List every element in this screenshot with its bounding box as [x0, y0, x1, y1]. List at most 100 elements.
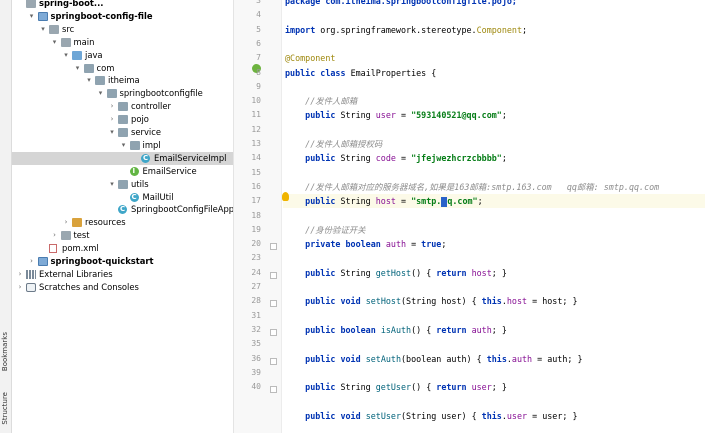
tree-item[interactable]: › pojo: [12, 113, 233, 126]
chevron-down-icon[interactable]: ▾: [85, 74, 93, 87]
code-line[interactable]: import org.springframework.stereotype.Co…: [283, 23, 705, 37]
chevron-down-icon[interactable]: ▾: [108, 178, 116, 191]
tree-item[interactable]: EmailService: [12, 165, 233, 178]
tree-item[interactable]: ▾ utils: [12, 178, 233, 191]
tree-item-label: itheima: [108, 75, 140, 86]
tree-item[interactable]: ▾ java: [12, 49, 233, 62]
line-number: 32: [251, 324, 261, 334]
chevron-down-icon[interactable]: ▾: [97, 87, 105, 100]
line-number: 11: [251, 110, 261, 120]
code-line[interactable]: public String host = "smtp. q.com";: [283, 194, 705, 209]
code-token: public: [305, 110, 341, 121]
code-line[interactable]: [283, 251, 705, 265]
code-line[interactable]: package com.itheima.springbootconfigfile…: [283, 0, 705, 8]
chevron-right-icon[interactable]: ›: [108, 113, 116, 126]
tree-item[interactable]: › resources: [12, 216, 233, 229]
tree-item[interactable]: › springboot-quickstart: [12, 255, 233, 268]
chevron-right-icon[interactable]: ›: [16, 268, 24, 281]
fold-marker-icon[interactable]: [270, 386, 277, 394]
code-token: = user; }: [527, 410, 578, 421]
tree-item[interactable]: SpringbootConfigFileAppli: [12, 203, 233, 216]
code-token: org.springframework.stereotype.: [320, 24, 477, 35]
code-line[interactable]: [283, 280, 705, 294]
code-line[interactable]: public boolean isAuth() { return auth; }: [283, 323, 705, 337]
code-line[interactable]: [283, 37, 705, 51]
code-line[interactable]: public void setAuth(boolean auth) { this…: [283, 352, 705, 366]
code-token: public: [305, 196, 341, 207]
tree-item-label: Scratches and Consoles: [39, 281, 139, 292]
code-line[interactable]: public String user = "593140521@qq.com";: [283, 108, 705, 122]
tree-item[interactable]: ▾ main: [12, 36, 233, 49]
code-line[interactable]: public String getHost() { return host; }: [283, 266, 705, 280]
project-tree: spring-boot... ▾ springboot-config-file ▾ sr…: [12, 0, 234, 433]
code-line[interactable]: [283, 123, 705, 137]
code-line[interactable]: public String getUser() { return user; }: [283, 380, 705, 394]
tree-item[interactable]: spring-boot...: [12, 0, 233, 10]
code-line[interactable]: [283, 366, 705, 380]
fold-marker-icon[interactable]: [270, 271, 277, 279]
code-line[interactable]: //发件人邮箱: [283, 94, 705, 108]
tree-item[interactable]: › Scratches and Consoles: [12, 281, 233, 294]
tree-item-label: resources: [85, 217, 126, 228]
lightbulb-icon[interactable]: [282, 192, 289, 201]
structure-tab[interactable]: Structure: [1, 392, 9, 425]
code-line[interactable]: //发件人邮箱授权码: [283, 137, 705, 151]
bookmarks-tab[interactable]: Bookmarks: [1, 332, 9, 371]
code-line[interactable]: public class EmailProperties {: [283, 66, 705, 80]
tree-item[interactable]: › controller: [12, 100, 233, 113]
code-line[interactable]: [283, 209, 705, 223]
maven-file-icon: [49, 244, 57, 254]
code-line[interactable]: //身份验证开关: [283, 223, 705, 237]
folder-icon: [49, 24, 59, 34]
code-editor[interactable]: package com.itheima.springbootconfigfile…: [283, 0, 705, 433]
tree-item[interactable]: pom.xml: [12, 242, 233, 255]
code-token: String: [340, 382, 376, 393]
tree-item[interactable]: ▾ service: [12, 126, 233, 139]
code-line[interactable]: [283, 309, 705, 323]
fold-marker-icon[interactable]: [270, 328, 277, 336]
chevron-down-icon[interactable]: ▾: [51, 36, 59, 49]
tree-item[interactable]: EmailServiceImpl: [12, 151, 233, 165]
chevron-right-icon[interactable]: ›: [28, 255, 36, 268]
code-token: this: [481, 296, 502, 307]
chevron-down-icon[interactable]: ▾: [120, 139, 128, 152]
chevron-down-icon[interactable]: ▾: [108, 126, 116, 139]
fold-marker-icon[interactable]: [270, 357, 277, 365]
code-line[interactable]: [283, 394, 705, 408]
code-line[interactable]: [283, 166, 705, 180]
tree-item[interactable]: ▾ impl: [12, 139, 233, 152]
chevron-down-icon[interactable]: ▾: [74, 62, 82, 75]
chevron-right-icon[interactable]: ›: [108, 100, 116, 113]
chevron-down-icon[interactable]: ▾: [39, 23, 47, 36]
tree-item[interactable]: ▾ springbootconfigfile: [12, 87, 233, 100]
code-token: setUser: [365, 410, 401, 421]
chevron-right-icon[interactable]: ›: [62, 216, 70, 229]
code-line[interactable]: private boolean auth = true;: [283, 237, 705, 251]
code-token: EmailProperties {: [350, 67, 437, 78]
code-line[interactable]: public void setUser(String user) { this.…: [283, 409, 705, 423]
chevron-right-icon[interactable]: ›: [51, 229, 59, 242]
fold-marker-icon[interactable]: [270, 243, 277, 251]
code-line[interactable]: @Component: [283, 51, 705, 65]
fold-marker-icon[interactable]: [270, 300, 277, 308]
tree-item[interactable]: ▾ itheima: [12, 74, 233, 87]
code-line[interactable]: [283, 337, 705, 351]
code-line[interactable]: public String code = "jfejwezhcrzcbbbb";: [283, 151, 705, 165]
code-line[interactable]: [283, 80, 705, 94]
code-line[interactable]: [283, 8, 705, 22]
tree-item[interactable]: ▾ springboot-config-file: [12, 10, 233, 23]
tree-item[interactable]: › External Libraries: [12, 268, 233, 281]
tree-item[interactable]: › test: [12, 229, 233, 242]
tree-item[interactable]: ▾ com: [12, 62, 233, 75]
tree-item[interactable]: ▾ src: [12, 23, 233, 36]
chevron-down-icon[interactable]: ▾: [28, 10, 36, 23]
code-line[interactable]: public void setHost(String host) { this.…: [283, 294, 705, 308]
tree-item[interactable]: MailUtil: [12, 191, 233, 204]
chevron-down-icon[interactable]: ▾: [62, 49, 70, 62]
code-token: Component: [476, 24, 522, 35]
code-token: ;: [441, 239, 447, 250]
code-line[interactable]: //发件人邮箱对应的服务器域名,如果是163邮箱:smtp.163.com qq…: [283, 180, 705, 194]
chevron-right-icon[interactable]: ›: [16, 281, 24, 294]
code-token: public void: [305, 296, 366, 307]
